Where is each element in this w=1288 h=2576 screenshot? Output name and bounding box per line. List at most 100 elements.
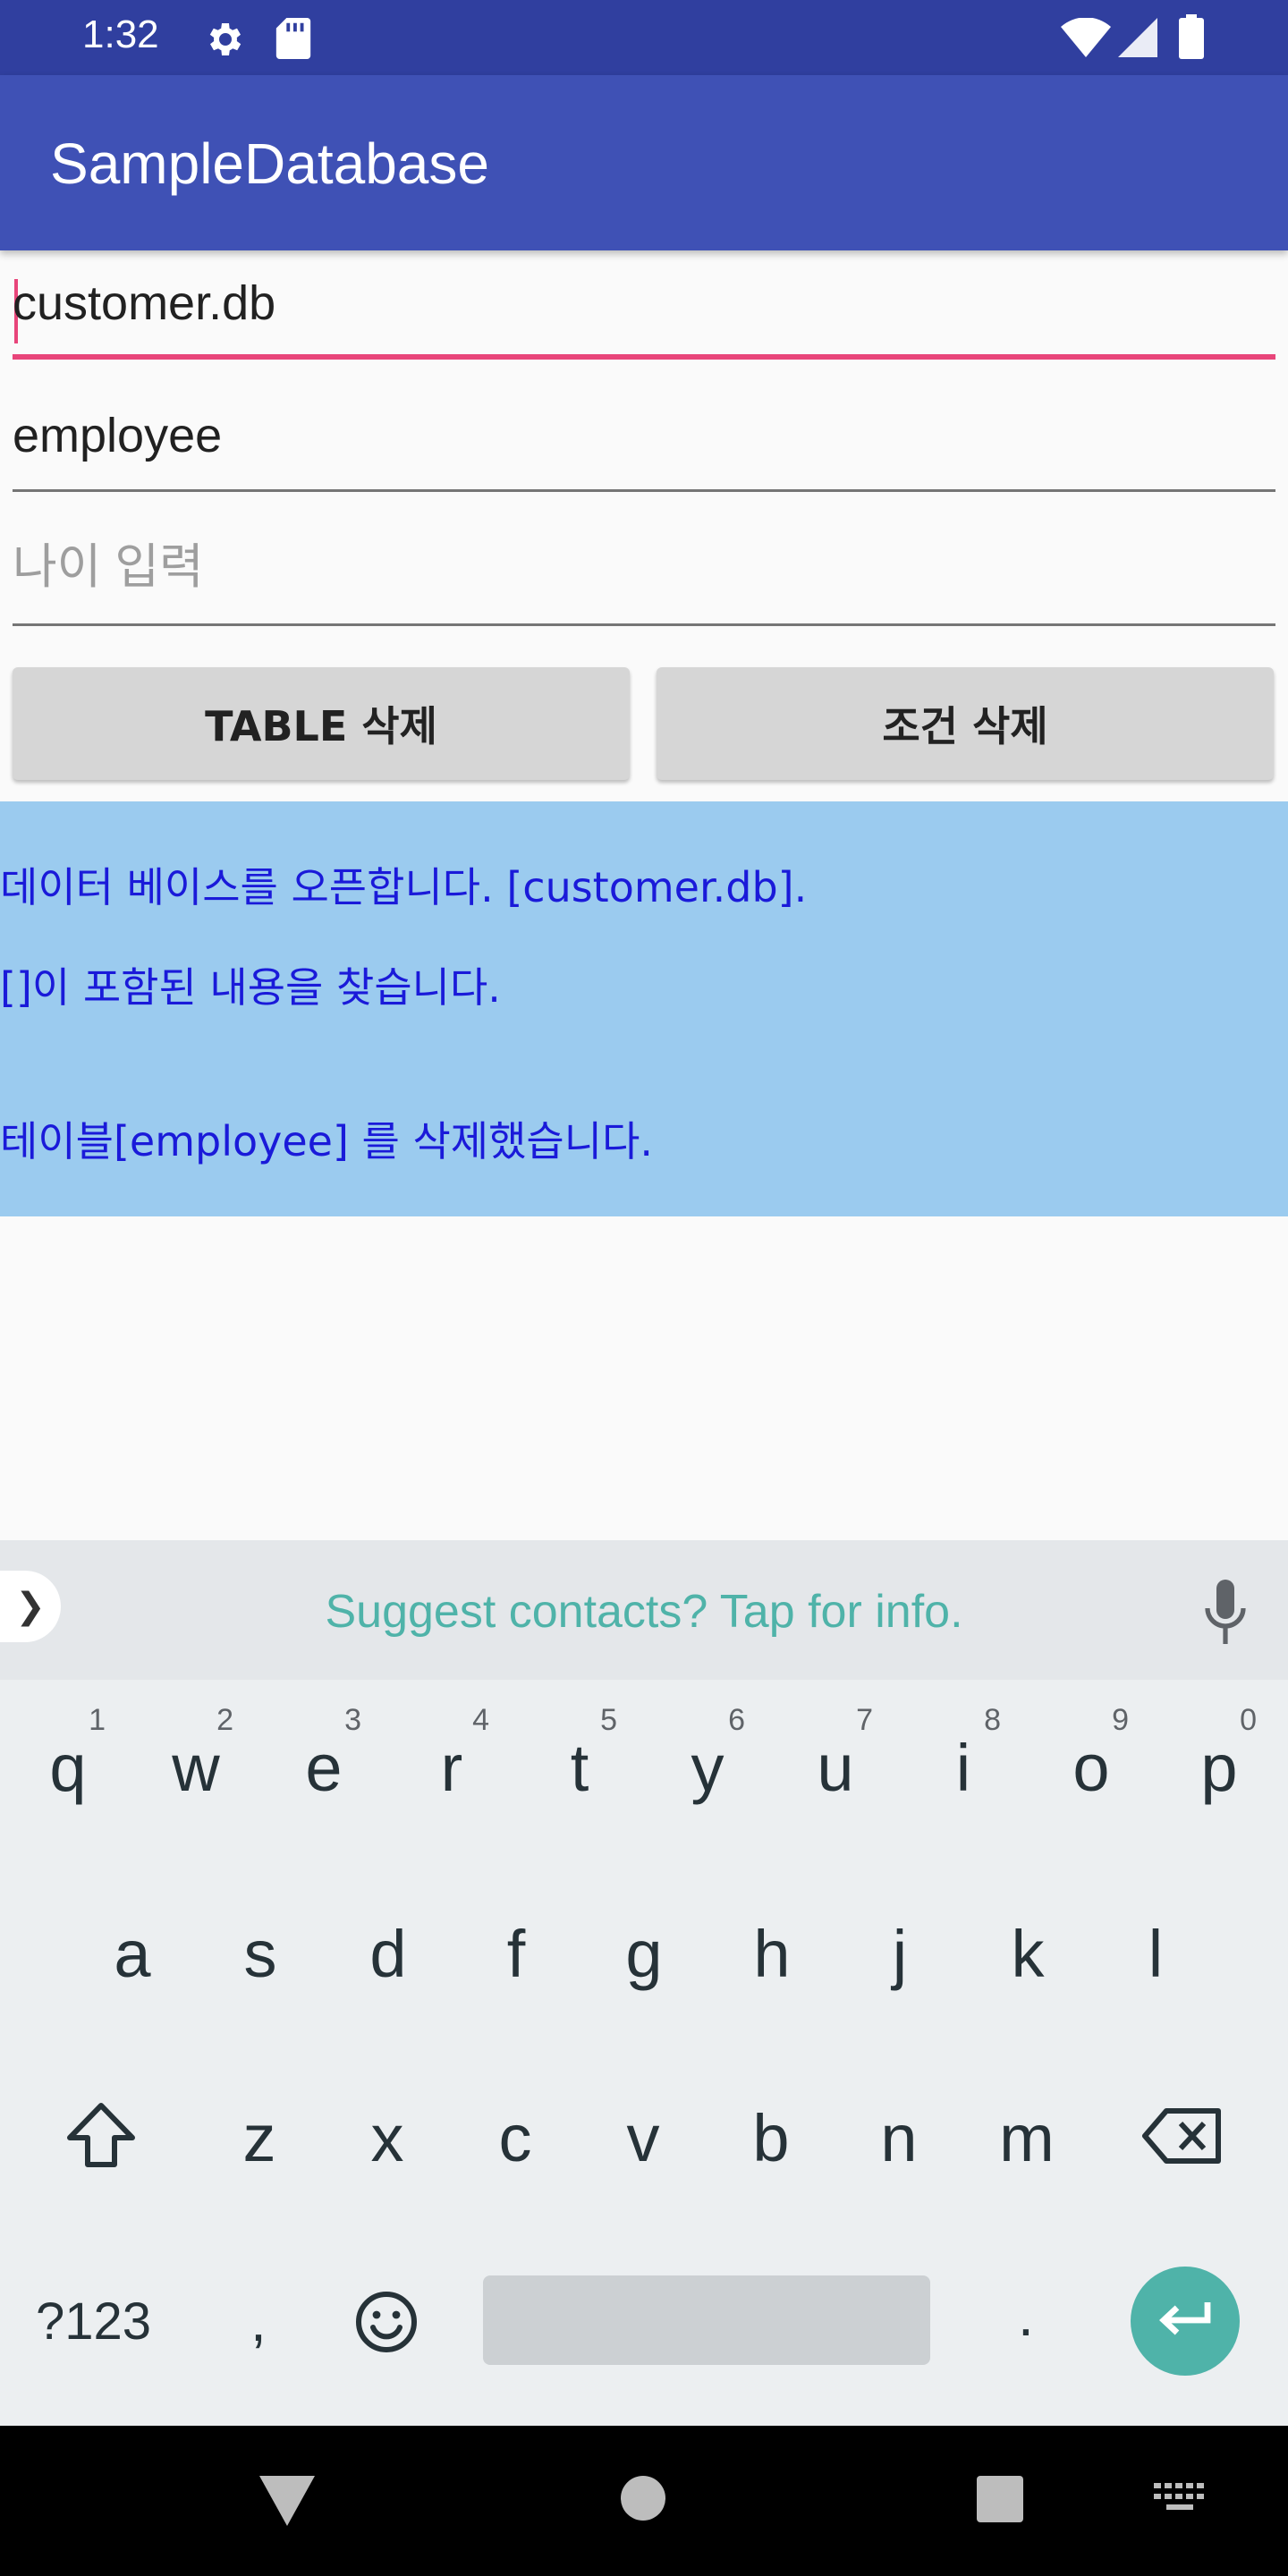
key-w[interactable]: w2 bbox=[131, 1680, 260, 1859]
log-panel: 데이터 베이스를 오픈합니다. [customer.db]. []이 포함된 내… bbox=[0, 801, 1288, 1216]
key-label: m bbox=[999, 2101, 1055, 2175]
key-label: h bbox=[753, 1917, 791, 1991]
key-hint-number: 1 bbox=[89, 1703, 106, 1737]
key-label: e bbox=[305, 1731, 343, 1805]
key-b[interactable]: b bbox=[707, 2050, 835, 2229]
status-time: 1:32 bbox=[82, 13, 159, 56]
settings-icon bbox=[209, 23, 242, 55]
field-underline bbox=[13, 489, 1275, 492]
emoji-key[interactable] bbox=[354, 2290, 419, 2354]
key-hint-number: 7 bbox=[856, 1703, 873, 1737]
period-key[interactable]: . bbox=[1018, 2283, 1034, 2349]
key-h[interactable]: h bbox=[708, 1866, 836, 2045]
key-label: j bbox=[892, 1917, 908, 1991]
status-bar: 1:32 bbox=[0, 0, 1288, 75]
key-r[interactable]: r4 bbox=[387, 1680, 516, 1859]
key-label: o bbox=[1072, 1731, 1110, 1805]
key-l[interactable]: l bbox=[1091, 1866, 1220, 2045]
key-label: t bbox=[570, 1731, 589, 1805]
key-j[interactable]: j bbox=[835, 1866, 964, 2045]
condition-delete-button[interactable]: 조건 삭제 bbox=[657, 667, 1274, 780]
key-label: k bbox=[1011, 1917, 1045, 1991]
key-label: l bbox=[1148, 1917, 1164, 1991]
suggestion-strip: ❯ Suggest contacts? Tap for info. bbox=[0, 1540, 1288, 1680]
key-y[interactable]: y6 bbox=[643, 1680, 772, 1859]
key-m[interactable]: m bbox=[962, 2050, 1091, 2229]
suggestion-text[interactable]: Suggest contacts? Tap for info. bbox=[0, 1585, 1288, 1639]
age-input-placeholder: 나이 입력 bbox=[13, 540, 204, 594]
key-z[interactable]: z bbox=[195, 2050, 324, 2229]
database-name-value: customer.db bbox=[13, 276, 276, 330]
age-input-field[interactable]: 나이 입력 bbox=[13, 519, 1275, 626]
backspace-key[interactable] bbox=[1141, 2107, 1224, 2165]
enter-key[interactable] bbox=[1131, 2267, 1240, 2376]
key-label: s bbox=[243, 1917, 277, 1991]
key-label: v bbox=[626, 2101, 660, 2175]
key-a[interactable]: a bbox=[68, 1866, 197, 2045]
key-u[interactable]: u7 bbox=[771, 1680, 900, 1859]
key-p[interactable]: p0 bbox=[1155, 1680, 1284, 1859]
table-delete-button[interactable]: TABLE 삭제 bbox=[13, 667, 630, 780]
app-title: SampleDatabase bbox=[50, 131, 489, 196]
key-hint-number: 6 bbox=[728, 1703, 745, 1737]
key-label: a bbox=[114, 1917, 151, 1991]
log-line: []이 포함된 내용을 찾습니다. bbox=[0, 963, 501, 1012]
key-t[interactable]: t5 bbox=[515, 1680, 644, 1859]
microphone-icon[interactable] bbox=[1204, 1580, 1247, 1648]
key-label: y bbox=[691, 1731, 724, 1805]
key-e[interactable]: e3 bbox=[259, 1680, 388, 1859]
key-d[interactable]: d bbox=[324, 1866, 453, 2045]
field-underline bbox=[13, 354, 1275, 360]
key-label: d bbox=[369, 1917, 407, 1991]
key-label: g bbox=[625, 1917, 663, 1991]
back-icon[interactable] bbox=[259, 2476, 315, 2526]
key-label: f bbox=[506, 1917, 526, 1991]
table-name-value: employee bbox=[13, 409, 223, 462]
key-o[interactable]: o9 bbox=[1027, 1680, 1156, 1859]
keyboard-switcher-icon[interactable] bbox=[1154, 2483, 1206, 2515]
shift-key[interactable] bbox=[64, 2100, 138, 2170]
key-hint-number: 4 bbox=[472, 1703, 489, 1737]
key-v[interactable]: v bbox=[579, 2050, 708, 2229]
key-label: x bbox=[370, 2101, 404, 2175]
key-label: w bbox=[172, 1731, 220, 1805]
navigation-bar bbox=[0, 2426, 1288, 2576]
wifi-icon bbox=[1061, 18, 1111, 57]
key-hint-number: 9 bbox=[1112, 1703, 1129, 1737]
key-hint-number: 3 bbox=[344, 1703, 361, 1737]
enter-arrow-icon bbox=[1159, 2302, 1211, 2335]
table-name-field[interactable]: employee bbox=[13, 385, 1275, 492]
key-label: u bbox=[817, 1731, 854, 1805]
symbols-key[interactable]: ?123 bbox=[36, 2292, 151, 2351]
key-k[interactable]: k bbox=[963, 1866, 1092, 2045]
key-label: q bbox=[49, 1731, 87, 1805]
log-line: 데이터 베이스를 오픈합니다. [customer.db]. bbox=[0, 863, 808, 911]
key-hint-number: 8 bbox=[984, 1703, 1001, 1737]
key-label: p bbox=[1200, 1731, 1238, 1805]
key-hint-number: 2 bbox=[216, 1703, 233, 1737]
key-hint-number: 5 bbox=[600, 1703, 617, 1737]
key-s[interactable]: s bbox=[196, 1866, 325, 2045]
key-label: b bbox=[752, 2101, 790, 2175]
log-line: 테이블[employee] 를 삭제했습니다. bbox=[0, 1117, 654, 1165]
database-name-field[interactable]: customer.db bbox=[13, 252, 1275, 360]
key-label: i bbox=[955, 1731, 971, 1805]
key-g[interactable]: g bbox=[580, 1866, 708, 2045]
recents-icon[interactable] bbox=[977, 2476, 1023, 2522]
home-icon[interactable] bbox=[621, 2476, 665, 2521]
key-i[interactable]: i8 bbox=[899, 1680, 1028, 1859]
signal-icon bbox=[1118, 18, 1157, 57]
key-label: z bbox=[242, 2101, 276, 2175]
key-c[interactable]: c bbox=[451, 2050, 580, 2229]
key-n[interactable]: n bbox=[835, 2050, 963, 2229]
key-f[interactable]: f bbox=[452, 1866, 580, 2045]
key-hint-number: 0 bbox=[1240, 1703, 1257, 1737]
key-x[interactable]: x bbox=[323, 2050, 452, 2229]
sd-card-icon bbox=[275, 18, 311, 59]
key-q[interactable]: q1 bbox=[4, 1680, 132, 1859]
app-bar: SampleDatabase bbox=[0, 75, 1288, 250]
space-bar[interactable] bbox=[483, 2275, 930, 2365]
key-label: c bbox=[498, 2101, 532, 2175]
comma-key[interactable]: , bbox=[250, 2288, 267, 2354]
battery-icon bbox=[1179, 14, 1204, 59]
